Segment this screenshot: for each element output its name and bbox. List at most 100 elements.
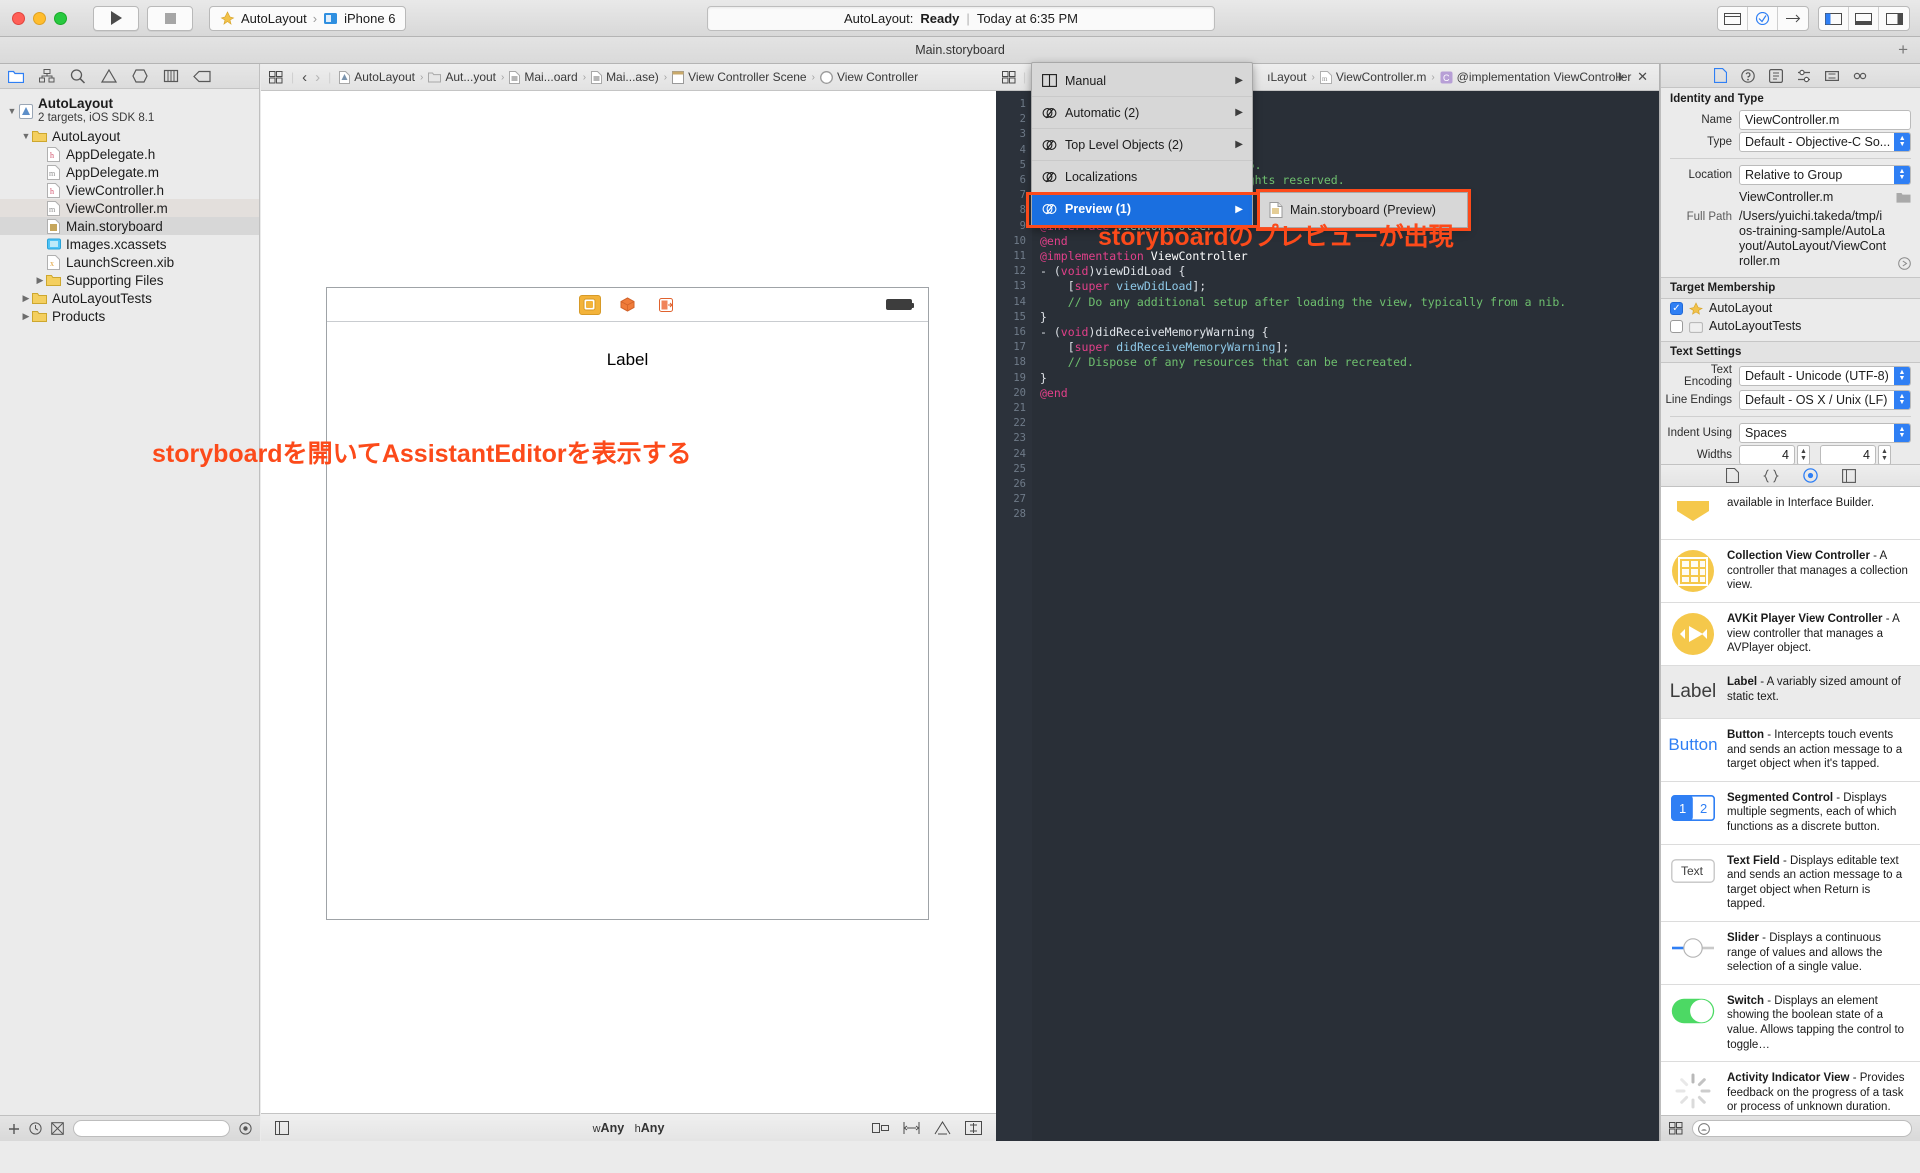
label-element[interactable]: Label	[327, 350, 928, 370]
size-inspector-tab-icon[interactable]	[1825, 69, 1839, 83]
document-tab-bar[interactable]: Main.storyboard +	[0, 37, 1920, 64]
reveal-in-finder-icon[interactable]	[1898, 257, 1911, 270]
tree-row-appdelegate-m[interactable]: m AppDelegate.m	[0, 163, 259, 181]
add-icon[interactable]	[8, 1123, 20, 1135]
run-button[interactable]	[93, 5, 139, 31]
minimize-window-button[interactable]	[33, 11, 46, 25]
toggle-utilities-button[interactable]	[1879, 7, 1909, 30]
encoding-popup-button[interactable]: Default - Unicode (UTF-8) ▲ ▼	[1739, 366, 1911, 386]
source-control-filter-icon[interactable]	[51, 1122, 64, 1135]
indent-using-row[interactable]: Indent Using Spaces ▲ ▼	[1661, 422, 1920, 444]
code-line[interactable]: }	[1040, 310, 1659, 325]
indent-popup-button[interactable]: Spaces ▲ ▼	[1739, 423, 1911, 443]
editor-breadcrumb-item[interactable]: ıLayout	[1263, 70, 1306, 84]
exit-badge-icon[interactable]	[655, 295, 677, 315]
recent-files-icon[interactable]	[29, 1122, 42, 1135]
view-panels-segmented[interactable]	[1818, 6, 1910, 31]
library-item[interactable]: 1 2 Segmented Control - Displays multiple …	[1661, 782, 1920, 845]
editor-mode-segmented[interactable]	[1717, 6, 1809, 31]
ib-bottom-bar[interactable]: wwAnyAny hAny	[261, 1113, 996, 1141]
ib-breadcrumb-item[interactable]: View Controller Scene	[672, 70, 807, 84]
tree-row-appdelegate-h[interactable]: h AppDelegate.h	[0, 145, 259, 163]
close-window-button[interactable]	[12, 11, 25, 25]
library-item[interactable]: Activity Indicator View - Provides feedb…	[1661, 1062, 1920, 1115]
file-inspector-tab-icon[interactable]	[1714, 68, 1727, 83]
navigator-filter-bar[interactable]	[0, 1115, 260, 1141]
disclosure-triangle[interactable]: ▶	[20, 311, 32, 322]
assistant-editor-popup-menu[interactable]: Manual ▶ Automatic (2) ▶ Top Level Objects (…	[1031, 62, 1253, 228]
ib-breadcrumb-item[interactable]: Aut...yout	[428, 70, 496, 84]
tab-width-input[interactable]: 4	[1739, 445, 1795, 464]
ib-canvas[interactable]: Label	[261, 91, 996, 1113]
chevron-updown-icon[interactable]: ▲ ▼	[1894, 391, 1910, 409]
indent-width-input[interactable]: 4	[1819, 445, 1876, 464]
assistant-editor-button[interactable]	[1748, 7, 1778, 30]
chevron-updown-icon[interactable]: ▲ ▼	[1894, 133, 1911, 151]
inspector-tab-bar[interactable]	[1661, 64, 1920, 88]
library-item[interactable]: Label Label - A variably sized amount of …	[1661, 666, 1920, 719]
connections-inspector-tab-icon[interactable]	[1853, 69, 1867, 83]
code-snippet-library-tab-icon[interactable]	[1762, 468, 1779, 483]
resolve-issues-icon[interactable]	[934, 1120, 951, 1135]
symbol-navigator-tab[interactable]	[31, 64, 62, 89]
choose-folder-icon[interactable]	[1896, 191, 1911, 203]
object-library-tab-icon[interactable]	[1802, 468, 1818, 483]
code-line[interactable]: [super didReceiveMemoryWarning];	[1040, 340, 1659, 355]
view-controller-canvas[interactable]: Label	[326, 287, 929, 920]
library-filter-bar[interactable]	[1661, 1115, 1920, 1141]
menu-item-manual[interactable]: Manual ▶	[1032, 65, 1252, 97]
location-field-row[interactable]: Location Relative to Group ▲ ▼	[1661, 164, 1920, 186]
editor-breadcrumb-item[interactable]: m ViewController.m	[1319, 70, 1426, 84]
related-items-icon[interactable]	[1002, 70, 1016, 84]
tree-row-products[interactable]: ▶ Products	[0, 307, 259, 325]
target-row-autolayout[interactable]: ✓ AutoLayout	[1661, 299, 1920, 317]
menu-item-automatic-2[interactable]: Automatic (2) ▶	[1032, 97, 1252, 129]
find-navigator-tab[interactable]	[62, 64, 93, 89]
widths-row[interactable]: Widths 4 ▲ ▼ 4 ▲ ▼	[1661, 444, 1920, 464]
library-tab-bar[interactable]	[1661, 464, 1920, 487]
name-input[interactable]: ViewController.m	[1739, 110, 1911, 130]
standard-editor-button[interactable]	[1718, 7, 1748, 30]
library-item[interactable]: AVKit Player View Controller - A view co…	[1661, 603, 1920, 666]
project-navigator-tab[interactable]	[0, 64, 31, 89]
tree-row-autolayout[interactable]: ▼ AutoLayout	[0, 127, 259, 145]
location-popup-button[interactable]: Relative to Group ▲ ▼	[1739, 165, 1911, 185]
toggle-debug-button[interactable]	[1849, 7, 1879, 30]
chevron-updown-icon[interactable]: ▲ ▼	[1894, 367, 1910, 385]
editor-breadcrumb-item[interactable]: C @implementation ViewController	[1440, 70, 1631, 84]
code-line[interactable]: - (void)didReceiveMemoryWarning {	[1040, 325, 1659, 340]
library-item[interactable]: Button Button - Intercepts touch events a…	[1661, 719, 1920, 782]
tree-row-main-storyboard[interactable]: Main.storyboard	[0, 217, 259, 235]
disclosure-triangle[interactable]: ▼	[20, 131, 32, 141]
close-assistant-editor-button[interactable]: ✕	[1637, 69, 1648, 85]
tree-items[interactable]: ▼ AutoLayout h AppDelegate.h m AppDelegate.m h…	[0, 127, 259, 325]
library-item[interactable]: Slider - Displays a continuous range of …	[1661, 922, 1920, 985]
name-field-row[interactable]: Name ViewController.m	[1661, 109, 1920, 131]
tree-row-supporting-files[interactable]: ▶ Supporting Files	[0, 271, 259, 289]
target-membership-list[interactable]: ✓ AutoLayout AutoLayoutTests	[1661, 299, 1920, 335]
pin-icon[interactable]	[903, 1121, 920, 1135]
attributes-inspector-tab-icon[interactable]	[1797, 69, 1811, 83]
related-items-icon[interactable]	[269, 70, 283, 84]
ib-breadcrumb-item[interactable]: Mai...oard	[509, 70, 578, 84]
tree-row-images-xcassets[interactable]: Images.xcassets	[0, 235, 259, 253]
disclosure-triangle[interactable]: ▶	[34, 275, 46, 286]
disclosure-triangle[interactable]: ▶	[20, 293, 32, 304]
target-row-autolayouttests[interactable]: AutoLayoutTests	[1661, 317, 1920, 335]
object-library-list[interactable]: available in Interface Builder. Collectio…	[1661, 487, 1920, 1115]
type-popup-button[interactable]: Default - Objective-C So... ▲ ▼	[1739, 132, 1912, 152]
toggle-navigator-button[interactable]	[1819, 7, 1849, 30]
add-assistant-editor-button[interactable]: +	[1616, 69, 1625, 86]
menu-item-top-level-objects-2[interactable]: Top Level Objects (2) ▶	[1032, 129, 1252, 161]
target-checkbox[interactable]	[1670, 319, 1683, 333]
scheme-selector[interactable]: AutoLayout › iPhone 6	[209, 5, 407, 31]
stop-button[interactable]	[147, 5, 193, 31]
issue-navigator-tab[interactable]	[93, 64, 124, 89]
tree-row-launchscreen-xib[interactable]: x LaunchScreen.xib	[0, 253, 259, 271]
code-line[interactable]: - (void)viewDidLoad {	[1040, 264, 1659, 279]
code-line[interactable]: [super viewDidLoad];	[1040, 279, 1659, 294]
tree-row-viewcontroller-h[interactable]: h ViewController.h	[0, 181, 259, 199]
ib-layout-buttons[interactable]	[872, 1120, 982, 1135]
endings-popup-button[interactable]: Default - OS X / Unix (LF) ▲ ▼	[1739, 390, 1911, 410]
library-filter-input[interactable]	[1692, 1120, 1912, 1137]
